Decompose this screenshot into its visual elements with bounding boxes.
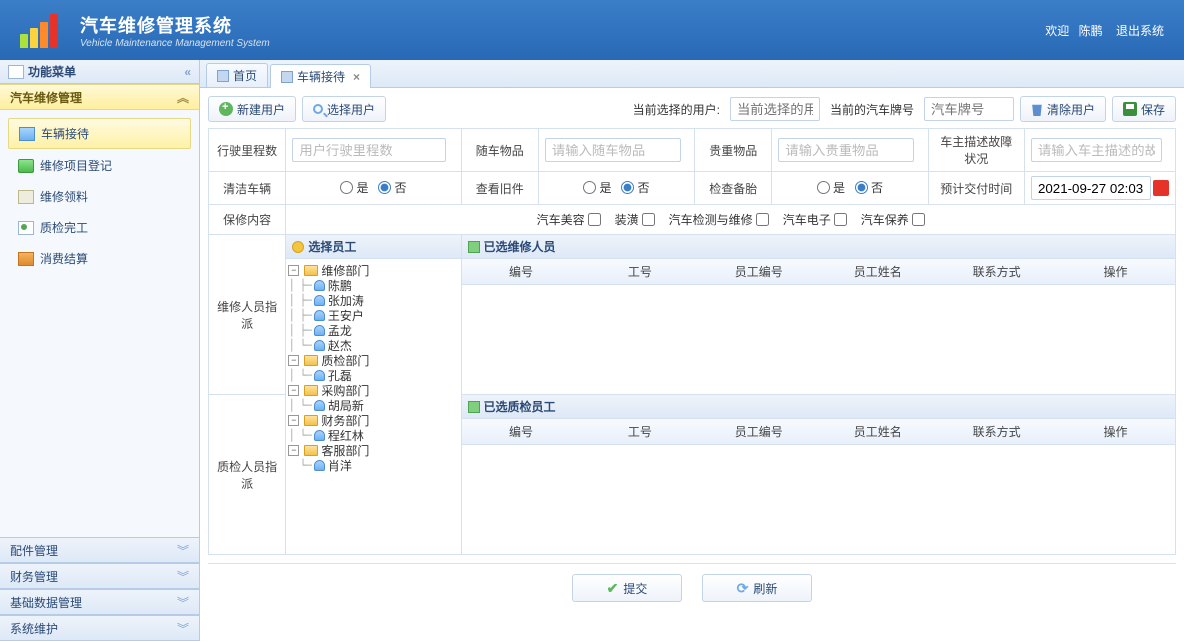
logout-link[interactable]: 退出系统 (1116, 24, 1164, 38)
repair-grid-header: 编号工号员工编号员工姓名联系方式操作 (462, 259, 1175, 285)
tree-dept[interactable]: −财务部门 (286, 413, 460, 428)
chevron-down-icon: ︾ (177, 594, 189, 611)
chevron-down-icon: ︾ (177, 568, 189, 585)
tree-member[interactable]: │ ├─陈鹏 (286, 278, 460, 293)
tree-member[interactable]: │ ├─王安户 (286, 308, 460, 323)
carry-input[interactable] (545, 138, 681, 162)
pay-icon (18, 252, 34, 266)
clear-icon (1031, 102, 1043, 116)
chk-inspect[interactable]: 汽车检测与维修 (669, 211, 769, 228)
accordion-repair[interactable]: 汽车维修管理 ︽ (0, 84, 199, 110)
current-user-label: 当前选择的用户: (633, 101, 720, 118)
assign-qc-label: 质检人员指派 (209, 395, 286, 555)
staff-tree[interactable]: −维修部门│ ├─陈鹏│ ├─张加涛│ ├─王安户│ ├─孟龙│ └─赵杰−质检… (286, 259, 460, 477)
sidebar: 功能菜单 « 汽车维修管理 ︽ 车辆接待 维修项目登记 维修领料 质检完工 消费… (0, 60, 200, 641)
sidebar-collapse-icon[interactable]: « (184, 65, 191, 79)
app-subtitle: Vehicle Maintenance Management System (80, 38, 270, 49)
plate-input[interactable] (924, 97, 1014, 121)
sidebar-title: 功能菜单 (28, 63, 76, 80)
staff-icon (292, 241, 304, 253)
tree-member[interactable]: │ └─赵杰 (286, 338, 460, 353)
add-icon (219, 102, 233, 116)
calendar-icon[interactable] (1153, 180, 1169, 196)
select-user-button[interactable]: 选择用户 (302, 96, 386, 122)
chevron-down-icon: ︾ (177, 542, 189, 559)
tree-dept[interactable]: −客服部门 (286, 443, 460, 458)
clean-radio-group: 是否 (292, 179, 454, 196)
tree-dept[interactable]: −采购部门 (286, 383, 460, 398)
tree-dept[interactable]: −维修部门 (286, 263, 460, 278)
tree-member[interactable]: │ └─孔磊 (286, 368, 460, 383)
valuable-input[interactable] (778, 138, 914, 162)
tree-member[interactable]: │ └─程红林 (286, 428, 460, 443)
spare-label: 检查备胎 (695, 172, 772, 205)
chk-deco[interactable]: 装潢 (615, 211, 655, 228)
accordion-system[interactable]: 系统维护︾ (0, 615, 199, 641)
welcome-label: 欢迎 (1045, 24, 1069, 38)
chevron-down-icon: ︾ (177, 620, 189, 637)
refresh-icon: ⟳ (737, 580, 749, 597)
submit-button[interactable]: ✔提交 (572, 574, 682, 602)
tree-member[interactable]: │ └─胡局新 (286, 398, 460, 413)
nav-qc-done[interactable]: 质检完工 (8, 213, 191, 242)
tab-home[interactable]: 首页 (206, 63, 268, 87)
qc-grid-header: 编号工号员工编号员工姓名联系方式操作 (462, 419, 1175, 445)
maint-label: 保修内容 (209, 205, 286, 235)
nav-settlement[interactable]: 消费结算 (8, 244, 191, 273)
valuable-label: 贵重物品 (695, 129, 772, 172)
mileage-input[interactable] (292, 138, 446, 162)
nav-project-register[interactable]: 维修项目登记 (8, 151, 191, 180)
current-user-input[interactable] (730, 97, 820, 121)
qc-icon (18, 221, 34, 235)
tab-reception[interactable]: 车辆接待× (270, 64, 371, 88)
save-icon (1123, 102, 1137, 116)
tree-member[interactable]: │ ├─孟龙 (286, 323, 460, 338)
chk-maint[interactable]: 汽车保养 (861, 211, 925, 228)
tree-member[interactable]: │ ├─张加涛 (286, 293, 460, 308)
fault-input[interactable] (1031, 138, 1162, 162)
add-user-button[interactable]: 新建用户 (208, 96, 296, 122)
plate-label: 当前的汽车牌号 (830, 101, 914, 118)
accordion-basedata[interactable]: 基础数据管理︾ (0, 589, 199, 615)
accordion-finance[interactable]: 财务管理︾ (0, 563, 199, 589)
refresh-button[interactable]: ⟳刷新 (702, 574, 812, 602)
search-icon (313, 104, 323, 114)
selected-icon (468, 401, 480, 413)
check-icon: ✔ (607, 580, 619, 597)
tree-dept[interactable]: −质检部门 (286, 353, 460, 368)
selected-icon (468, 241, 480, 253)
accordion-parts[interactable]: 配件管理︾ (0, 537, 199, 563)
spare-radio-group: 是否 (778, 179, 921, 196)
chevron-up-icon: ︽ (177, 89, 189, 106)
material-icon (18, 190, 34, 204)
assign-repair-label: 维修人员指派 (209, 235, 286, 395)
delivery-label: 预计交付时间 (928, 172, 1024, 205)
sidebar-icon (8, 65, 24, 79)
nav-material[interactable]: 维修领料 (8, 182, 191, 211)
nav-vehicle-reception[interactable]: 车辆接待 (8, 118, 191, 149)
clean-label: 清洁车辆 (209, 172, 286, 205)
fault-label: 车主描述故障状况 (928, 129, 1024, 172)
tree-member[interactable]: └─肖洋 (286, 458, 460, 473)
username: 陈鹏 (1079, 24, 1103, 38)
chk-beauty[interactable]: 汽车美容 (537, 211, 601, 228)
chk-elec[interactable]: 汽车电子 (783, 211, 847, 228)
logo-icon (20, 12, 70, 48)
oldparts-label: 查看旧件 (461, 172, 538, 205)
mileage-label: 行驶里程数 (209, 129, 286, 172)
save-button[interactable]: 保存 (1112, 96, 1176, 122)
delivery-input[interactable] (1031, 176, 1151, 200)
close-icon[interactable]: × (353, 70, 360, 84)
oldparts-radio-group: 是否 (545, 179, 688, 196)
reception-tab-icon (281, 71, 293, 83)
carry-label: 随车物品 (461, 129, 538, 172)
app-title: 汽车维修管理系统 (80, 12, 270, 38)
tab-bar: 首页 车辆接待× (200, 60, 1184, 88)
reception-icon (19, 127, 35, 141)
project-icon (18, 159, 34, 173)
clear-user-button[interactable]: 清除用户 (1020, 96, 1106, 122)
app-header: 汽车维修管理系统 Vehicle Maintenance Management … (0, 0, 1184, 60)
home-icon (217, 70, 229, 82)
